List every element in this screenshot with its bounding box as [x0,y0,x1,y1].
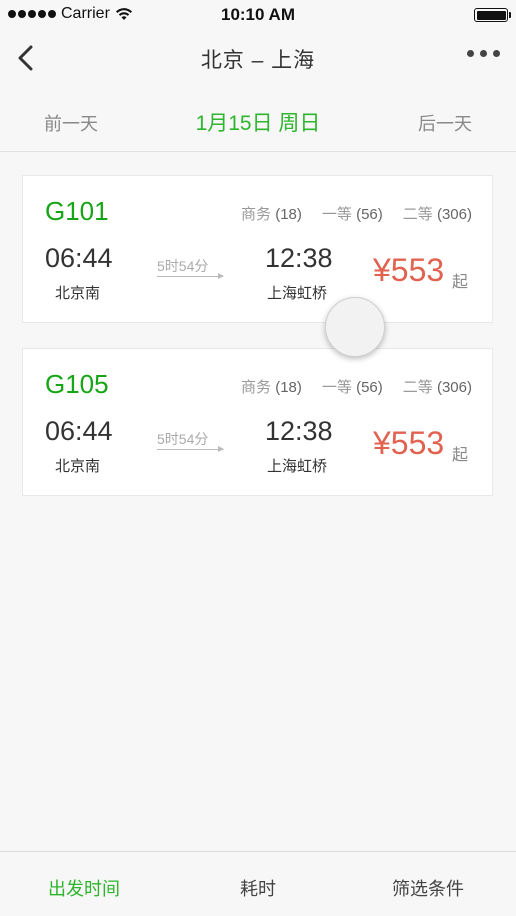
arrow-right-icon [157,273,224,279]
seat-second-class: 二等 (306) [402,206,472,223]
departure-time: 06:44 [45,416,113,446]
tab-duration[interactable]: 耗时 [240,875,276,901]
train-number: G101 [45,196,109,226]
status-time: 10:10 AM [220,5,295,24]
tab-departure-time[interactable]: 出发时间 [48,875,120,901]
train-card[interactable]: G105 商务 (18) 一等 (56) 二等 (306) 06:44 北京南 … [22,348,493,496]
seat-availability: 商务 (18) 一等 (56) 二等 (306) [241,376,472,397]
ticket-price: ¥553 [373,252,445,288]
departure-time: 06:44 [45,243,113,273]
price-suffix: 起 [452,447,469,464]
more-button[interactable] [467,50,500,57]
tab-filter[interactable]: 筛选条件 [392,875,464,901]
departure-station: 北京南 [55,458,101,475]
ticket-price: ¥553 [373,425,445,461]
seat-business: 商务 (18) [241,206,302,223]
nav-bar: 北京 – 上海 [0,30,516,86]
touch-indicator [325,297,385,357]
page-title: 北京 – 上海 [200,49,316,72]
arrival-station: 上海虹桥 [267,458,328,475]
trip-duration: 5时54分 [157,258,209,274]
departure-station: 北京南 [55,285,101,302]
arrival-station: 上海虹桥 [267,285,328,302]
trip-duration: 5时54分 [157,431,209,447]
more-horizontal-icon [467,50,474,57]
price-suffix: 起 [452,274,469,291]
tab-bar: 出发时间 耗时 筛选条件 [0,851,516,916]
arrival-time: 12:38 [265,243,333,273]
next-day-button[interactable]: 后一天 [418,110,472,136]
seat-second-class: 二等 (306) [402,379,472,396]
arrow-right-icon [157,446,224,452]
train-number: G105 [45,369,109,399]
date-bar: 前一天 1月15日 周日 后一天 [0,86,516,152]
battery-icon [474,8,511,22]
seat-availability: 商务 (18) 一等 (56) 二等 (306) [241,203,472,224]
seat-first-class: 一等 (56) [321,379,383,396]
screen: Carrier 10:10 AM 北京 – 上海 前一天 1月15日 周日 后一… [0,0,516,916]
seat-first-class: 一等 (56) [321,206,383,223]
train-card[interactable]: G101 商务 (18) 一等 (56) 二等 (306) 06:44 北京南 … [22,175,493,323]
status-bar: Carrier 10:10 AM [0,0,516,30]
seat-business: 商务 (18) [241,379,302,396]
arrival-time: 12:38 [265,416,333,446]
